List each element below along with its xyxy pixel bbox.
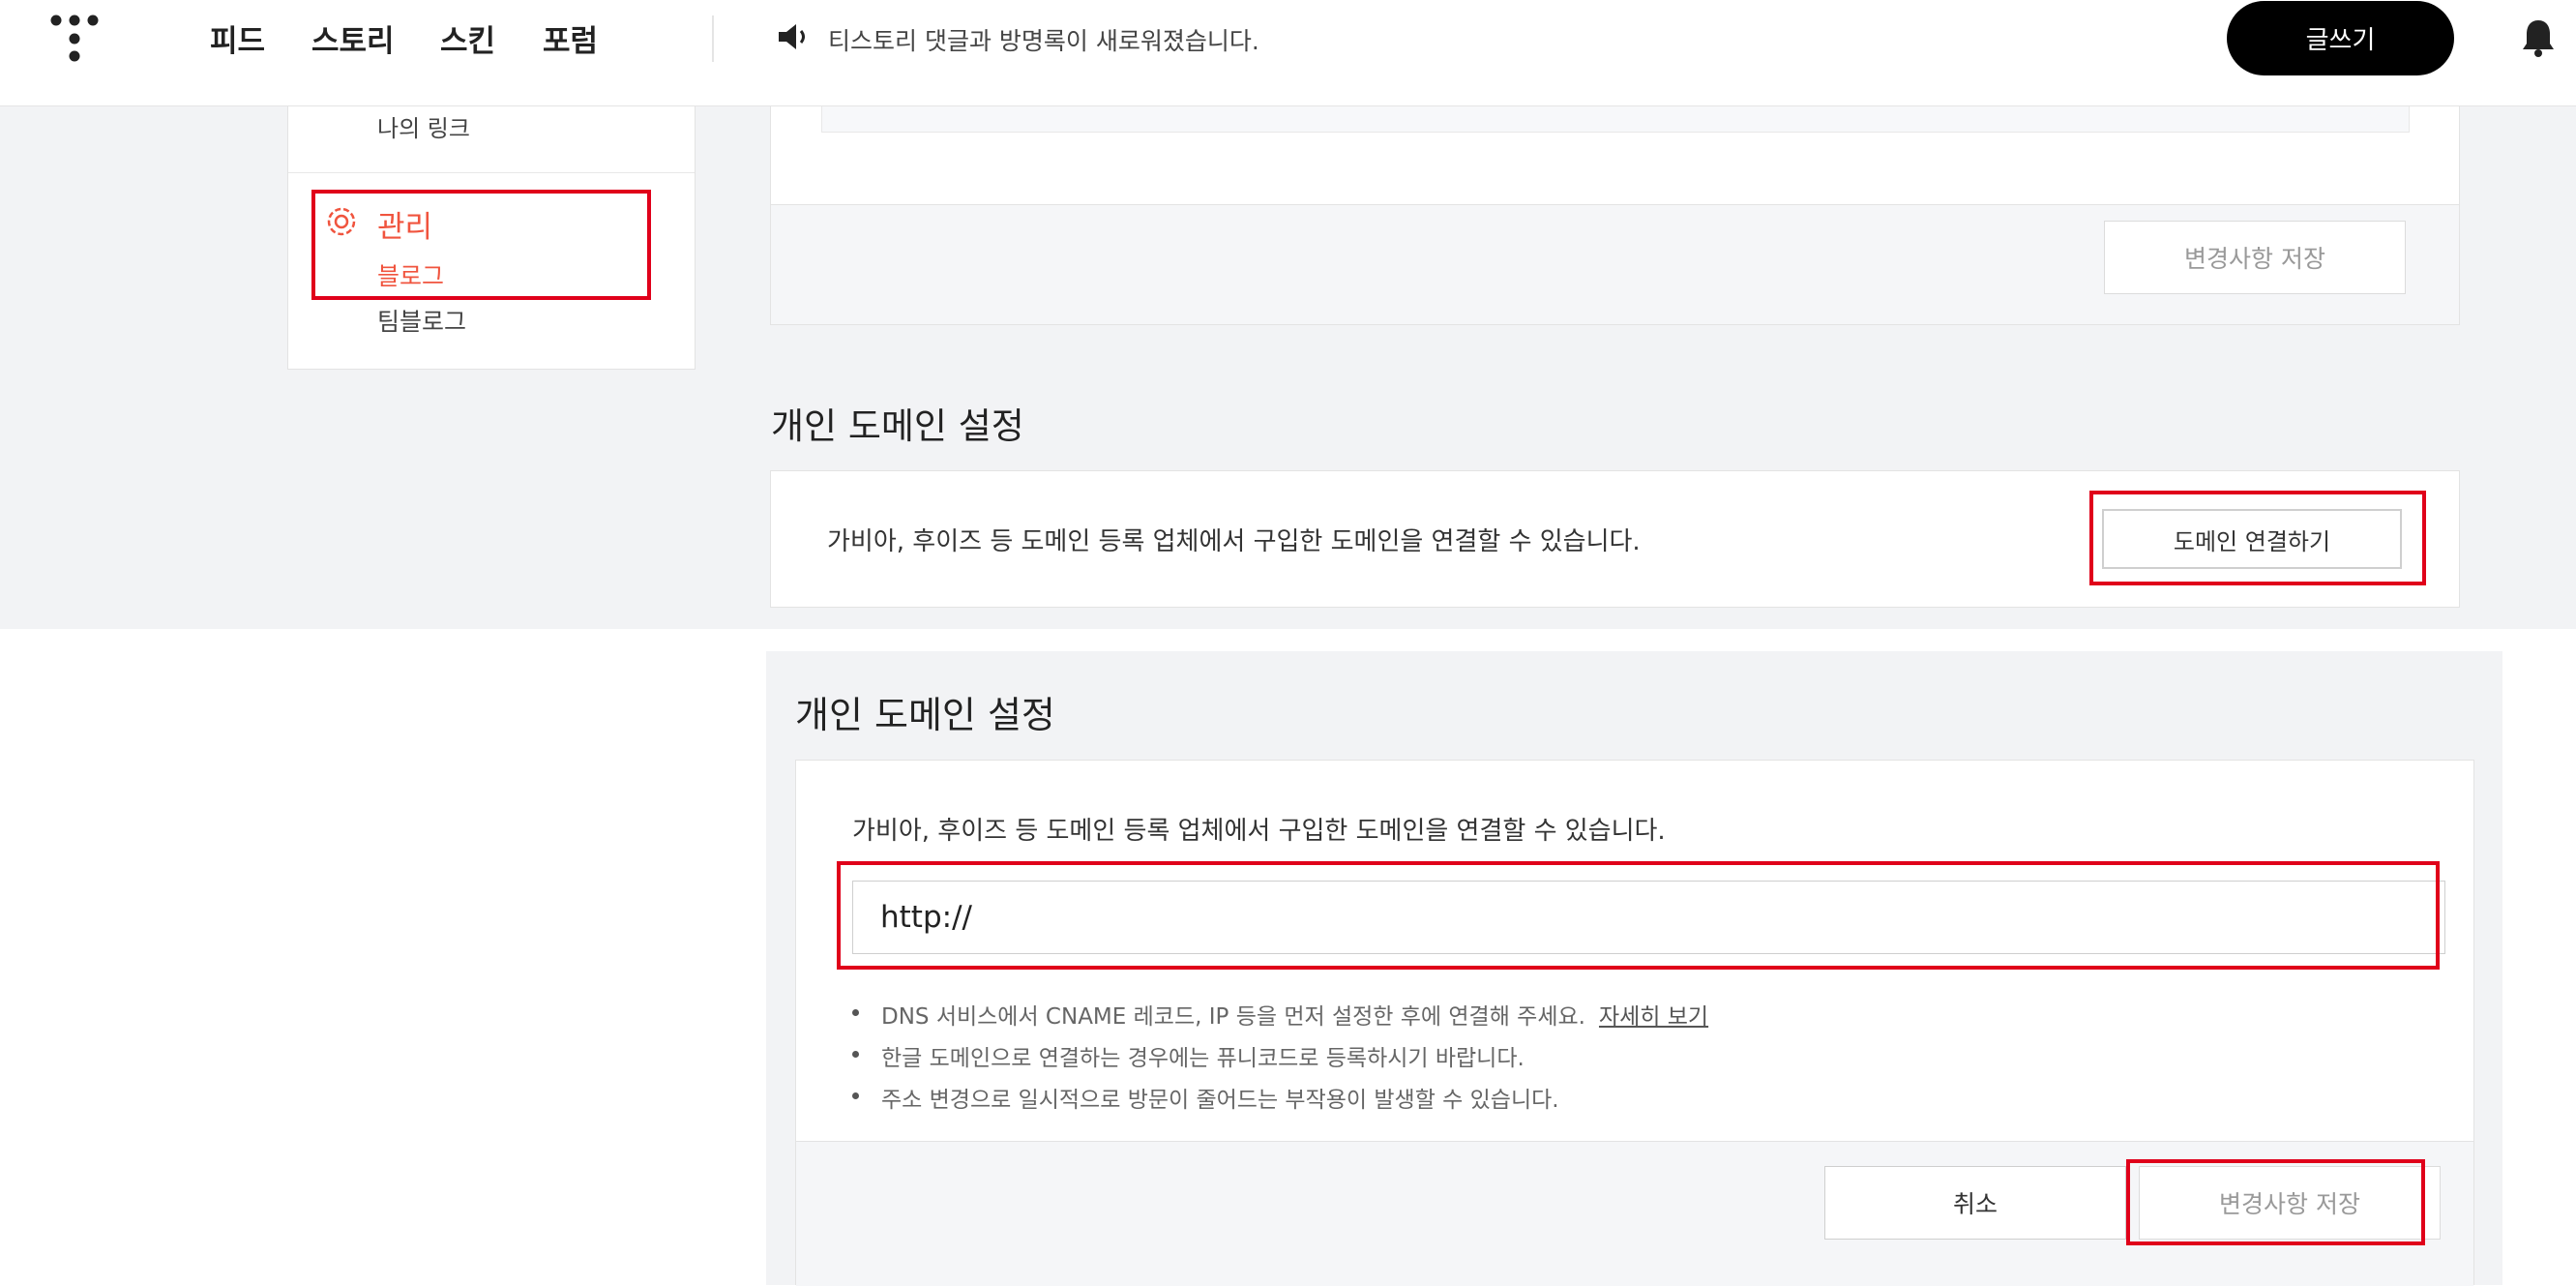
settings-content-box <box>821 106 2410 133</box>
sidebar-divider <box>288 172 695 173</box>
note-item: 주소 변경으로 일시적으로 방문이 줄어드는 부작용이 발생할 수 있습니다. <box>852 1081 1559 1114</box>
domain-description: 가비아, 후이즈 등 도메인 등록 업체에서 구입한 도메인을 연결할 수 있습… <box>852 817 1666 846</box>
card-footer: 변경사항 저장 <box>771 204 2459 324</box>
highlight-box-input <box>837 861 2440 970</box>
bullet-icon <box>852 1092 859 1099</box>
note-text: DNS 서비스에서 CNAME 레코드, IP 등을 먼저 설정한 후에 연결해… <box>881 1004 1585 1030</box>
section-title: 개인 도메인 설정 <box>795 694 1055 736</box>
previous-settings-card: 변경사항 저장 <box>770 106 2460 325</box>
section-title: 개인 도메인 설정 <box>771 405 1024 447</box>
save-changes-button[interactable]: 변경사항 저장 <box>2104 221 2406 294</box>
tistory-logo-icon[interactable] <box>48 14 102 62</box>
speaker-icon <box>779 24 805 49</box>
bullet-icon <box>852 1009 859 1016</box>
domain-description: 가비아, 후이즈 등 도메인 등록 업체에서 구입한 도메인을 연결할 수 있습… <box>827 527 1641 556</box>
nav-feed[interactable]: 피드 <box>210 16 265 60</box>
note-text: 한글 도메인으로 연결하는 경우에는 퓨니코드로 등록하시기 바랍니다. <box>881 1046 1525 1071</box>
note-item: DNS 서비스에서 CNAME 레코드, IP 등을 먼저 설정한 후에 연결해… <box>852 998 1708 1031</box>
note-text: 주소 변경으로 일시적으로 방문이 줄어드는 부작용이 발생할 수 있습니다. <box>881 1088 1559 1113</box>
nav-forum[interactable]: 포럼 <box>543 16 598 60</box>
sidebar-item-team-blog[interactable]: 팀블로그 <box>377 303 466 338</box>
details-link[interactable]: 자세히 보기 <box>1599 1004 1708 1030</box>
nav-skin[interactable]: 스킨 <box>440 16 495 60</box>
sidebar-item-my-link[interactable]: 나의 링크 <box>377 109 470 143</box>
nav-divider <box>712 15 714 62</box>
nav-story[interactable]: 스토리 <box>311 16 395 60</box>
highlight-box-manage <box>311 190 651 300</box>
notice-text[interactable]: 티스토리 댓글과 방명록이 새로워졌습니다. <box>828 22 1259 57</box>
bullet-icon <box>852 1051 859 1058</box>
top-header: 피드 스토리 스킨 포럼 티스토리 댓글과 방명록이 새로워졌습니다. 글쓰기 <box>0 0 2576 106</box>
bell-icon[interactable] <box>2520 17 2557 58</box>
highlight-box-save <box>2126 1159 2425 1245</box>
note-item: 한글 도메인으로 연결하는 경우에는 퓨니코드로 등록하시기 바랍니다. <box>852 1039 1525 1072</box>
highlight-box-connect <box>2089 491 2426 585</box>
cancel-button[interactable]: 취소 <box>1824 1166 2126 1240</box>
write-button[interactable]: 글쓰기 <box>2227 1 2454 75</box>
